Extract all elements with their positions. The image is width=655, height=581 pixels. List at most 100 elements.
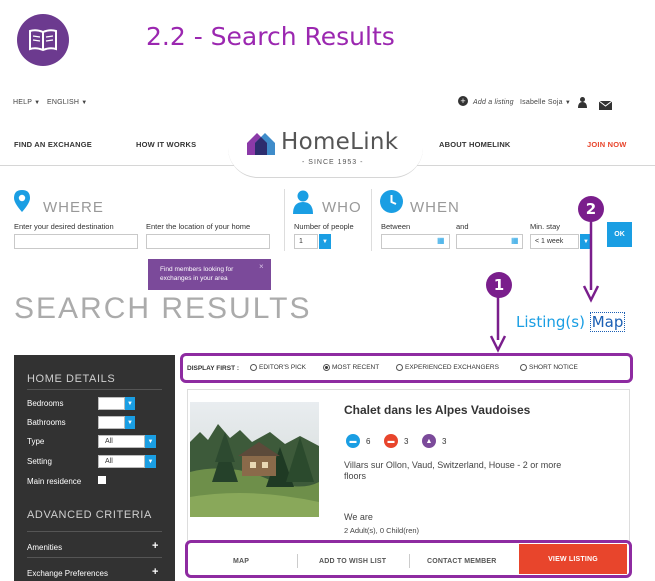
form-divider (284, 189, 285, 251)
clock-icon (380, 190, 403, 218)
listing-location: Villars sur Ollon, Vaud, Switzerland, Ho… (344, 460, 614, 482)
expand-plus-icon[interactable]: + (152, 540, 158, 552)
radio-button[interactable] (250, 364, 257, 371)
radio-button[interactable] (396, 364, 403, 371)
listing-card[interactable]: Chalet dans les Alpes Vaudoises ▬ 6 ▬ 3 … (187, 389, 630, 544)
when-heading: WHEN (410, 199, 460, 216)
tooltip-line: exchanges in your area (160, 275, 228, 282)
expand-plus-icon[interactable]: + (152, 566, 158, 578)
household-info: 2 Adult(s), 0 Child(ren) (344, 526, 420, 535)
people-dropdown-arrow-icon[interactable]: ▼ (319, 234, 331, 249)
radio-button[interactable] (520, 364, 527, 371)
action-divider (409, 554, 410, 568)
display-first-label: DISPLAY FIRST : (187, 365, 240, 372)
nav-join-now[interactable]: JOIN NOW (587, 140, 627, 149)
destination-input[interactable] (14, 234, 138, 249)
and-label: and (456, 222, 469, 231)
people-select[interactable]: 1 (294, 234, 318, 249)
advanced-criteria-heading: ADVANCED CRITERIA (27, 509, 152, 521)
radio-editors-pick[interactable]: EDITOR'S PICK (250, 364, 306, 371)
listing-photo[interactable] (190, 402, 319, 517)
beds-count: 6 (366, 437, 371, 446)
view-listing-button[interactable]: VIEW LISTING (519, 544, 627, 574)
setting-dropdown-arrow-icon[interactable]: ▼ (145, 455, 156, 468)
bathrooms-dropdown-arrow-icon[interactable]: ▼ (125, 416, 135, 429)
bedrooms-dropdown-arrow-icon[interactable]: ▼ (125, 397, 135, 410)
sidebar-divider (27, 389, 162, 390)
home-location-label: Enter the location of your home (146, 222, 251, 231)
calendar-icon[interactable]: ▦ (437, 236, 445, 245)
bathrooms-label: Bathrooms (27, 418, 66, 427)
listing-title[interactable]: Chalet dans les Alpes Vaudoises (344, 403, 530, 417)
nav-how-it-works[interactable]: HOW IT WORKS (136, 140, 196, 149)
listing-actions-bar: MAP ADD TO WISH LIST CONTACT MEMBER VIEW… (185, 540, 632, 578)
location-pin-icon (14, 190, 30, 217)
language-menu[interactable]: ENGLISH ▼ (47, 99, 87, 106)
add-to-wish-list-button[interactable]: ADD TO WISH LIST (319, 558, 386, 565)
type-select[interactable]: All (98, 435, 145, 448)
nav-about[interactable]: ABOUT HOMELINK (439, 140, 511, 149)
radio-label: EXPERIENCED EXCHANGERS (405, 364, 499, 371)
who-heading: WHO (322, 199, 362, 216)
type-label: Type (27, 437, 45, 446)
contact-member-button[interactable]: CONTACT MEMBER (427, 558, 497, 565)
bedrooms-label: Bedrooms (27, 399, 64, 408)
radio-most-recent[interactable]: MOST RECENT (323, 364, 379, 371)
add-listing-link[interactable]: Add a listing (473, 99, 514, 106)
sidebar-divider (27, 557, 162, 558)
radio-label: EDITOR'S PICK (259, 364, 306, 371)
ok-button[interactable]: OK (607, 222, 632, 247)
close-icon[interactable]: × (259, 262, 264, 271)
annotation-badge-1: 1 (486, 272, 512, 298)
nav-find-exchange[interactable]: FIND AN EXCHANGE (14, 140, 92, 149)
mail-icon[interactable] (598, 97, 613, 115)
map-button[interactable]: MAP (233, 558, 249, 565)
people-label: Number of people (294, 222, 354, 231)
page-title: SEARCH RESULTS (14, 292, 312, 325)
bedrooms-count: 3 (404, 437, 409, 446)
user-icon[interactable] (578, 95, 587, 113)
home-details-heading: HOME DETAILS (27, 373, 116, 385)
map-toggle[interactable]: Map (589, 312, 626, 332)
user-menu[interactable]: Isabelle Soja ▼ (520, 99, 571, 106)
type-dropdown-arrow-icon[interactable]: ▼ (145, 435, 156, 448)
plus-circle-icon[interactable]: + (458, 96, 468, 106)
location-line: Villars sur Ollon, Vaud, Switzerland, Ho… (344, 460, 562, 470)
bathrooms-count: 3 (442, 437, 447, 446)
radio-label: MOST RECENT (332, 364, 380, 371)
where-heading: WHERE (43, 199, 104, 216)
bathrooms-select[interactable] (98, 416, 125, 429)
radio-button-selected[interactable] (323, 364, 330, 371)
location-line: floors (344, 471, 367, 481)
we-are-label: We are (344, 512, 373, 522)
setting-label: Setting (27, 457, 52, 466)
bed-icon: ▬ (346, 434, 360, 448)
filter-sidebar: HOME DETAILS Bedrooms ▼ Bathrooms ▼ Type… (14, 355, 175, 581)
listing-toggle[interactable]: Listing(s) (516, 313, 585, 331)
setting-select[interactable]: All (98, 455, 145, 468)
home-location-input[interactable] (146, 234, 270, 249)
homelink-logo-icon[interactable] (246, 130, 276, 161)
open-book-icon (17, 14, 69, 66)
action-divider (297, 554, 298, 568)
help-menu[interactable]: HELP ▼ (13, 99, 40, 106)
sidebar-divider (27, 531, 162, 532)
main-residence-checkbox[interactable] (98, 476, 106, 484)
bedroom-icon: ▬ (384, 434, 398, 448)
view-toggle: Listing(s) Map (516, 312, 626, 332)
annotation-badge-2: 2 (578, 196, 604, 222)
amenities-label[interactable]: Amenities (27, 543, 62, 552)
form-divider-2 (371, 189, 372, 251)
radio-experienced-exchangers[interactable]: EXPERIENCED EXCHANGERS (396, 364, 499, 371)
radio-short-notice[interactable]: SHORT NOTICE (520, 364, 578, 371)
display-first-bar: DISPLAY FIRST : EDITOR'S PICK MOST RECEN… (180, 353, 633, 383)
logo-name[interactable]: HomeLink (281, 129, 398, 155)
exchange-preferences-label[interactable]: Exchange Preferences (27, 569, 108, 578)
logo-since: - SINCE 1953 - (302, 159, 364, 166)
tooltip: Find members looking for exchanges in yo… (148, 259, 271, 290)
slide-title: 2.2 - Search Results (146, 22, 395, 51)
between-label: Between (381, 222, 411, 231)
bedrooms-select[interactable] (98, 397, 125, 410)
person-icon (293, 190, 313, 219)
destination-label: Enter your desired destination (14, 222, 114, 231)
